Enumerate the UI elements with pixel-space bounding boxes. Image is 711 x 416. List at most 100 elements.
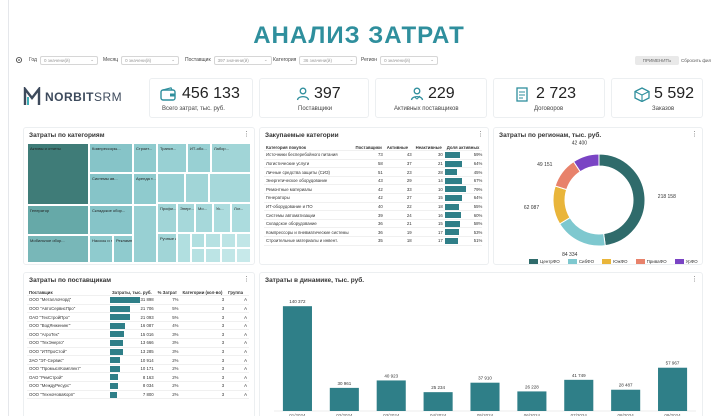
col-header[interactable]: Активные — [384, 142, 414, 152]
treemap-tile[interactable]: Мобильное обор... — [27, 235, 89, 263]
more-menu-icon[interactable]: ⋮ — [477, 131, 484, 138]
filter-region-select[interactable]: 0 значени(й) ⌄ — [380, 55, 439, 65]
table-row[interactable]: ООО "АгроТех" 15 016 3% 3 A — [27, 329, 249, 340]
table-row[interactable]: ООО "ИТПроСтой" 13 285 3% 3 A — [27, 347, 249, 357]
bar[interactable] — [423, 392, 453, 411]
table-row[interactable]: Личные средства защиты (СИЗ) 51 23 28 45% — [264, 167, 482, 177]
table-row[interactable]: Складское оборудование 36 21 15 58% — [264, 219, 482, 229]
table-row[interactable]: Логистические услуги 58 37 21 64% — [264, 159, 482, 169]
table-row[interactable]: ОАО "ТехСтройПро" 21 093 5% 3 A — [27, 312, 249, 322]
bar[interactable] — [517, 391, 547, 411]
legend-item[interactable]: ЮжФО — [602, 259, 628, 265]
table-row[interactable]: ЗАО "ЭТ-Сервис" 10 914 2% 3 A — [27, 355, 249, 365]
bar[interactable] — [611, 389, 641, 411]
treemap-tile[interactable] — [236, 233, 251, 248]
treemap-tile[interactable]: Насосы и на... — [89, 235, 113, 263]
col-header[interactable]: Категории (кол-во) — [180, 287, 227, 297]
col-header[interactable]: Поставщики — [353, 142, 385, 152]
treemap-tile[interactable] — [205, 233, 221, 248]
donut-slice-label: 218 158 — [658, 194, 676, 200]
treemap-tile[interactable] — [177, 233, 191, 263]
treemap-tile[interactable] — [221, 233, 236, 248]
treemap-tile[interactable] — [209, 173, 251, 203]
more-menu-icon[interactable]: ⋮ — [243, 276, 250, 283]
treemap-tile[interactable]: Мо... — [195, 203, 213, 233]
table-row[interactable]: ООО "ТехноНоваКорп" 7 800 2% 3 A — [27, 390, 249, 400]
table-row[interactable]: Энергетическое оборудование 43 29 14 67% — [264, 176, 482, 186]
treemap-tile[interactable]: Системы ав... — [89, 173, 133, 205]
legend-item[interactable]: СибФО — [567, 259, 594, 265]
treemap-tile[interactable]: Лог... — [231, 203, 251, 233]
treemap-tile[interactable] — [205, 248, 221, 263]
table-row[interactable]: Генераторы 42 27 15 64% — [264, 193, 482, 203]
legend-item[interactable]: ПриваФО — [635, 259, 667, 265]
bar[interactable] — [376, 380, 406, 411]
donut-slice[interactable] — [558, 216, 606, 247]
apply-button[interactable]: ПРИМЕНИТЬ — [635, 56, 679, 65]
donut-slice[interactable] — [552, 185, 571, 225]
table-row[interactable]: ООО "МеждуРесурс" 8 034 2% 3 A — [27, 381, 249, 391]
treemap-tile[interactable] — [157, 173, 185, 203]
col-header[interactable]: % Затрат — [155, 287, 181, 297]
treemap-tile[interactable] — [133, 205, 157, 263]
treemap-tile[interactable] — [191, 248, 205, 263]
treemap-tile[interactable]: Ручные и... — [157, 233, 177, 263]
treemap-tile[interactable]: Аренда т... — [133, 173, 157, 205]
table-row[interactable]: Компрессоры и пневматические системы 36 19… — [264, 227, 482, 238]
settings-gear-icon[interactable] — [15, 56, 23, 64]
table-row[interactable]: Строительные материалы и инвент. 35 18 17 51… — [264, 236, 482, 246]
treemap-tile[interactable]: Складское обор... — [89, 205, 133, 235]
treemap-tile[interactable]: Профи... — [157, 203, 177, 233]
treemap-tile[interactable]: Генератор — [27, 205, 89, 235]
bar[interactable] — [470, 382, 500, 411]
table-row[interactable]: ООО "ПромыслКомплект" 10 171 2% 3 A — [27, 364, 249, 374]
table-row[interactable]: ООО "МеталлоНорд" 31 898 7% 3 A — [27, 295, 249, 305]
table-row[interactable]: Системы автоматизации 39 24 16 60% — [264, 210, 482, 220]
filter-month[interactable]: Месяц 0 значени(й) ⌄ — [103, 55, 180, 65]
col-header[interactable]: Доля активных — [444, 142, 482, 152]
treemap-tile[interactable]: Лабор... — [211, 143, 251, 173]
treemap-tile[interactable] — [191, 233, 205, 248]
filter-supplier[interactable]: Поставщик 397 значени(й) ⌄ — [185, 55, 272, 65]
table-row[interactable]: ОАО "РемСтрой" 8 163 2% 3 A — [27, 372, 249, 383]
treemap-tile[interactable] — [236, 248, 251, 263]
filter-year-select[interactable]: 0 значени(й) ⌄ — [39, 55, 98, 65]
filter-category[interactable]: Категория 36 значени(й) ⌄ — [273, 55, 358, 65]
legend-item[interactable]: УрФО — [674, 259, 698, 265]
legend-item[interactable]: ЦентрФО — [529, 259, 560, 265]
treemap-tile[interactable]: Активы и отчеты — [27, 143, 89, 205]
filter-month-select[interactable]: 0 значени(й) ⌄ — [121, 55, 180, 65]
filter-category-select[interactable]: 36 значени(й) ⌄ — [299, 55, 358, 65]
treemap-tile[interactable]: ИТ-обо... — [187, 143, 211, 173]
treemap-tile[interactable] — [221, 248, 236, 263]
reset-filter-button[interactable]: Сбросить фильтр — [681, 56, 711, 65]
table-row[interactable]: Источники бесперебойного питания 73 43 30 59… — [264, 150, 482, 160]
treemap-tile[interactable]: Ус... — [213, 203, 231, 233]
bar[interactable] — [564, 379, 594, 411]
col-header[interactable]: Неактивные — [413, 142, 445, 152]
col-header[interactable]: Категория покупок — [264, 142, 354, 152]
bar[interactable] — [282, 306, 312, 411]
filter-year[interactable]: Год 0 значени(й) ⌄ — [29, 55, 98, 65]
table-row[interactable]: ООО "ТехЭнерго" 13 666 3% 3 A — [27, 338, 249, 348]
table-row[interactable]: ООО "АвтоСервисПро" 21 706 5% 3 A — [27, 304, 249, 314]
bar[interactable] — [329, 387, 359, 411]
col-header[interactable]: Затраты, тыс. руб. — [109, 287, 156, 297]
treemap-tile[interactable]: Трансп... — [157, 143, 187, 173]
bar[interactable] — [658, 367, 688, 411]
treemap-tile[interactable] — [185, 173, 209, 203]
treemap-tile[interactable]: Строит... — [133, 143, 157, 173]
col-header[interactable]: Поставщик — [27, 287, 110, 297]
more-menu-icon[interactable]: ⋮ — [243, 131, 250, 138]
filter-supplier-select[interactable]: 397 значени(й) ⌄ — [213, 55, 272, 65]
treemap-tile[interactable]: Компрессоры... — [89, 143, 133, 173]
table-row[interactable]: Ремонтные материалы 42 33 10 79% — [264, 184, 482, 195]
table-row[interactable]: ИТ-оборудование и ПО 40 22 18 55% — [264, 202, 482, 212]
table-row[interactable]: ООО "ВодЯнженинг" 16 087 4% 3 A — [27, 321, 249, 331]
col-header[interactable]: Группа — [226, 287, 249, 297]
cost-percent: 2% — [155, 381, 181, 391]
treemap-tile[interactable]: Рекламные ... — [113, 235, 133, 263]
donut-slice[interactable] — [598, 153, 646, 247]
filter-region[interactable]: Регион 0 значени(й) ⌄ — [361, 55, 439, 65]
treemap-tile[interactable]: Энерг... — [177, 203, 195, 233]
